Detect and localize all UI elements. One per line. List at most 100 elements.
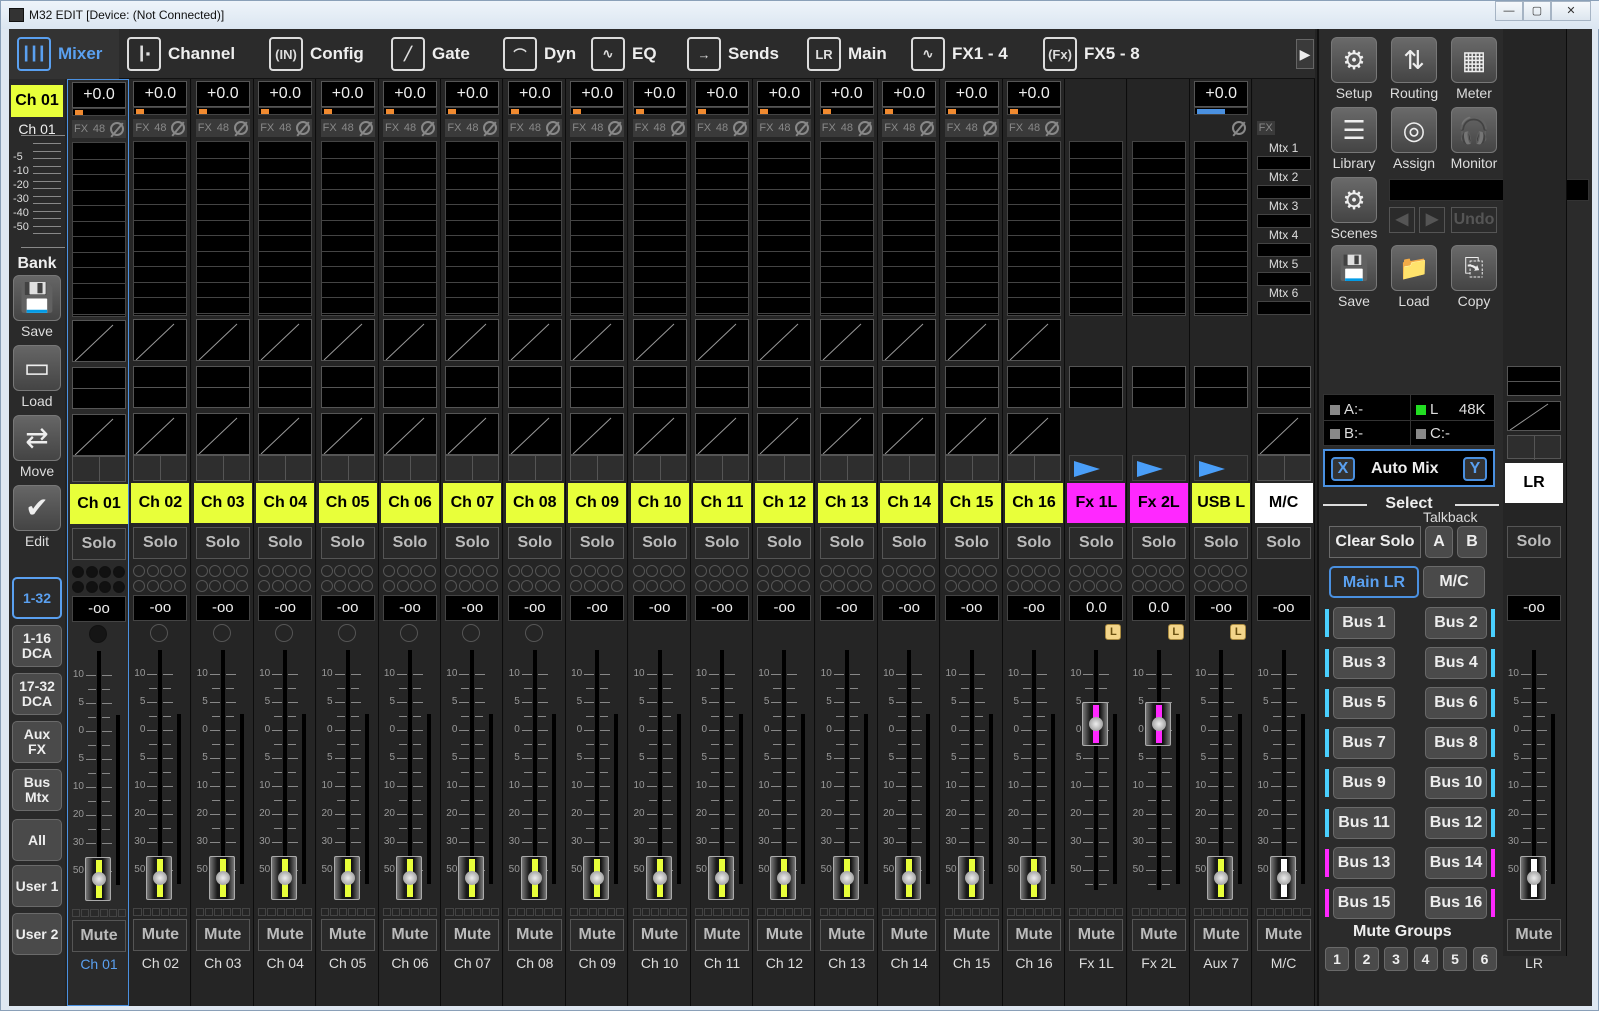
- select-bus-button[interactable]: Bus 6: [1425, 687, 1487, 719]
- channel-name-label[interactable]: Ch 11: [693, 483, 751, 523]
- phantom-48v-toggle[interactable]: 48: [966, 122, 978, 134]
- channel-fader[interactable]: 10 5 0 5 10 20 30 50: [1190, 644, 1252, 904]
- tab-eq[interactable]: ∿ EQ: [583, 29, 679, 79]
- gain-value[interactable]: +0.0: [1194, 81, 1249, 107]
- mute-button[interactable]: Mute: [1194, 919, 1249, 951]
- select-bus-button[interactable]: Bus 10: [1425, 767, 1487, 799]
- mute-button[interactable]: Mute: [445, 919, 500, 951]
- phase-invert-icon[interactable]: [233, 121, 248, 135]
- eq-display[interactable]: [1131, 366, 1186, 408]
- tab-sends[interactable]: → Sends: [679, 29, 799, 79]
- gain-value[interactable]: +0.0: [757, 81, 812, 107]
- eq-display[interactable]: [819, 366, 874, 408]
- phantom-48v-toggle[interactable]: 48: [903, 122, 915, 134]
- library-button[interactable]: ☰: [1331, 107, 1377, 153]
- solo-button[interactable]: Solo: [1194, 527, 1249, 559]
- phantom-48v-toggle[interactable]: 48: [93, 123, 105, 135]
- bank-save-button[interactable]: 💾: [13, 275, 61, 321]
- fader-knob[interactable]: [333, 856, 360, 900]
- channel-name-label[interactable]: Ch 05: [318, 483, 377, 523]
- layer-aux-fx-button[interactable]: Aux FX: [12, 721, 62, 763]
- mute-button[interactable]: Mute: [72, 920, 126, 952]
- matrix-send-level[interactable]: [1256, 156, 1311, 170]
- phase-invert-icon[interactable]: [110, 122, 124, 136]
- fx-insert-icon[interactable]: FX: [135, 122, 149, 134]
- pan-display[interactable]: [944, 455, 999, 481]
- phantom-48v-toggle[interactable]: 48: [1028, 122, 1040, 134]
- gate-display[interactable]: [258, 319, 313, 361]
- phase-invert-icon[interactable]: [421, 121, 435, 135]
- channel-fader[interactable]: 10 5 0 5 10 20 30 50: [1253, 644, 1315, 904]
- fader-knob[interactable]: [271, 856, 298, 900]
- gain-value[interactable]: +0.0: [445, 81, 500, 107]
- fader-knob[interactable]: [520, 856, 547, 900]
- fader-level-value[interactable]: -oo: [1007, 595, 1061, 621]
- fx-insert-icon[interactable]: FX: [884, 122, 898, 134]
- eq-display[interactable]: [383, 366, 437, 408]
- stereo-link-lock-icon[interactable]: L: [1230, 624, 1247, 640]
- channel-name-label[interactable]: Ch 15: [942, 483, 1001, 523]
- gate-display[interactable]: [72, 320, 126, 362]
- gate-display[interactable]: [1007, 319, 1061, 361]
- solo-button[interactable]: Solo: [1007, 527, 1061, 559]
- fader-level-value[interactable]: -oo: [944, 595, 999, 621]
- fader-level-value[interactable]: -oo: [1194, 595, 1249, 621]
- dynamics-display[interactable]: [882, 413, 937, 455]
- solo-button[interactable]: Solo: [133, 527, 188, 559]
- scene-prev-button[interactable]: ◀: [1389, 207, 1415, 233]
- fader-knob[interactable]: [396, 856, 422, 900]
- channel-fader[interactable]: 10 5 0 5 10 20 30 50: [317, 644, 379, 904]
- gain-value[interactable]: +0.0: [507, 81, 562, 107]
- solo-button[interactable]: Solo: [320, 527, 375, 559]
- pan-display[interactable]: [570, 455, 625, 481]
- clear-solo-button[interactable]: Clear Solo: [1329, 526, 1421, 558]
- gain-value[interactable]: +0.0: [695, 81, 749, 107]
- mute-group-button[interactable]: 6: [1472, 947, 1497, 971]
- phantom-48v-toggle[interactable]: 48: [342, 122, 354, 134]
- fader-level-value[interactable]: -oo: [757, 595, 812, 621]
- tab-main[interactable]: LR Main: [799, 29, 903, 79]
- fx-insert-icon[interactable]: FX: [572, 122, 586, 134]
- mute-button[interactable]: Mute: [133, 919, 188, 951]
- channel-name-label[interactable]: Ch 02: [131, 483, 190, 523]
- automix-x-button[interactable]: X: [1331, 457, 1355, 481]
- dynamics-display[interactable]: [1007, 413, 1061, 455]
- channel-name-label[interactable]: Ch 16: [1005, 483, 1063, 523]
- stereo-link-indicator[interactable]: [1069, 455, 1124, 481]
- select-bus-button[interactable]: Bus 5: [1333, 687, 1395, 719]
- monitor-button[interactable]: 🎧: [1451, 107, 1497, 153]
- bank-load-button[interactable]: ▭: [13, 345, 61, 391]
- mute-button[interactable]: Mute: [944, 919, 999, 951]
- phase-invert-icon[interactable]: [483, 121, 498, 135]
- scene-copy-button[interactable]: ⎘: [1451, 245, 1497, 291]
- dynamics-display[interactable]: [570, 413, 625, 455]
- select-bus-button[interactable]: Bus 16: [1425, 887, 1487, 919]
- fader-level-value[interactable]: -oo: [507, 595, 562, 621]
- eq-display[interactable]: [72, 367, 126, 409]
- gain-value[interactable]: +0.0: [133, 81, 188, 107]
- gain-value[interactable]: +0.0: [320, 81, 375, 107]
- gate-display[interactable]: [383, 319, 437, 361]
- matrix-send-level[interactable]: [1256, 185, 1311, 199]
- fader-level-value[interactable]: -oo: [445, 595, 500, 621]
- mute-group-button[interactable]: 1: [1325, 947, 1349, 971]
- tab-mixer[interactable]: ┃┃┃ Mixer: [9, 29, 119, 79]
- mute-group-button[interactable]: 4: [1413, 947, 1438, 971]
- mute-button[interactable]: Mute: [882, 919, 937, 951]
- fader-knob[interactable]: [1207, 856, 1234, 900]
- fx-insert-icon[interactable]: FX: [510, 122, 524, 134]
- solo-button[interactable]: Solo: [757, 527, 812, 559]
- pan-display[interactable]: [1256, 455, 1311, 481]
- channel-name-label[interactable]: Ch 13: [817, 483, 876, 523]
- solo-button[interactable]: Solo: [819, 527, 874, 559]
- fader-level-value[interactable]: -oo: [258, 595, 313, 621]
- select-bus-button[interactable]: Bus 13: [1333, 847, 1395, 879]
- gate-display[interactable]: [195, 319, 250, 361]
- solo-button[interactable]: Solo: [383, 527, 437, 559]
- fader-knob[interactable]: [458, 856, 485, 900]
- dynamics-display[interactable]: [507, 413, 562, 455]
- phase-invert-icon[interactable]: [920, 121, 935, 135]
- select-bus-button[interactable]: Bus 4: [1425, 647, 1487, 679]
- channel-fader[interactable]: 10 5 0 5 10 20 30 50: [816, 644, 878, 904]
- mute-button[interactable]: Mute: [1131, 919, 1186, 951]
